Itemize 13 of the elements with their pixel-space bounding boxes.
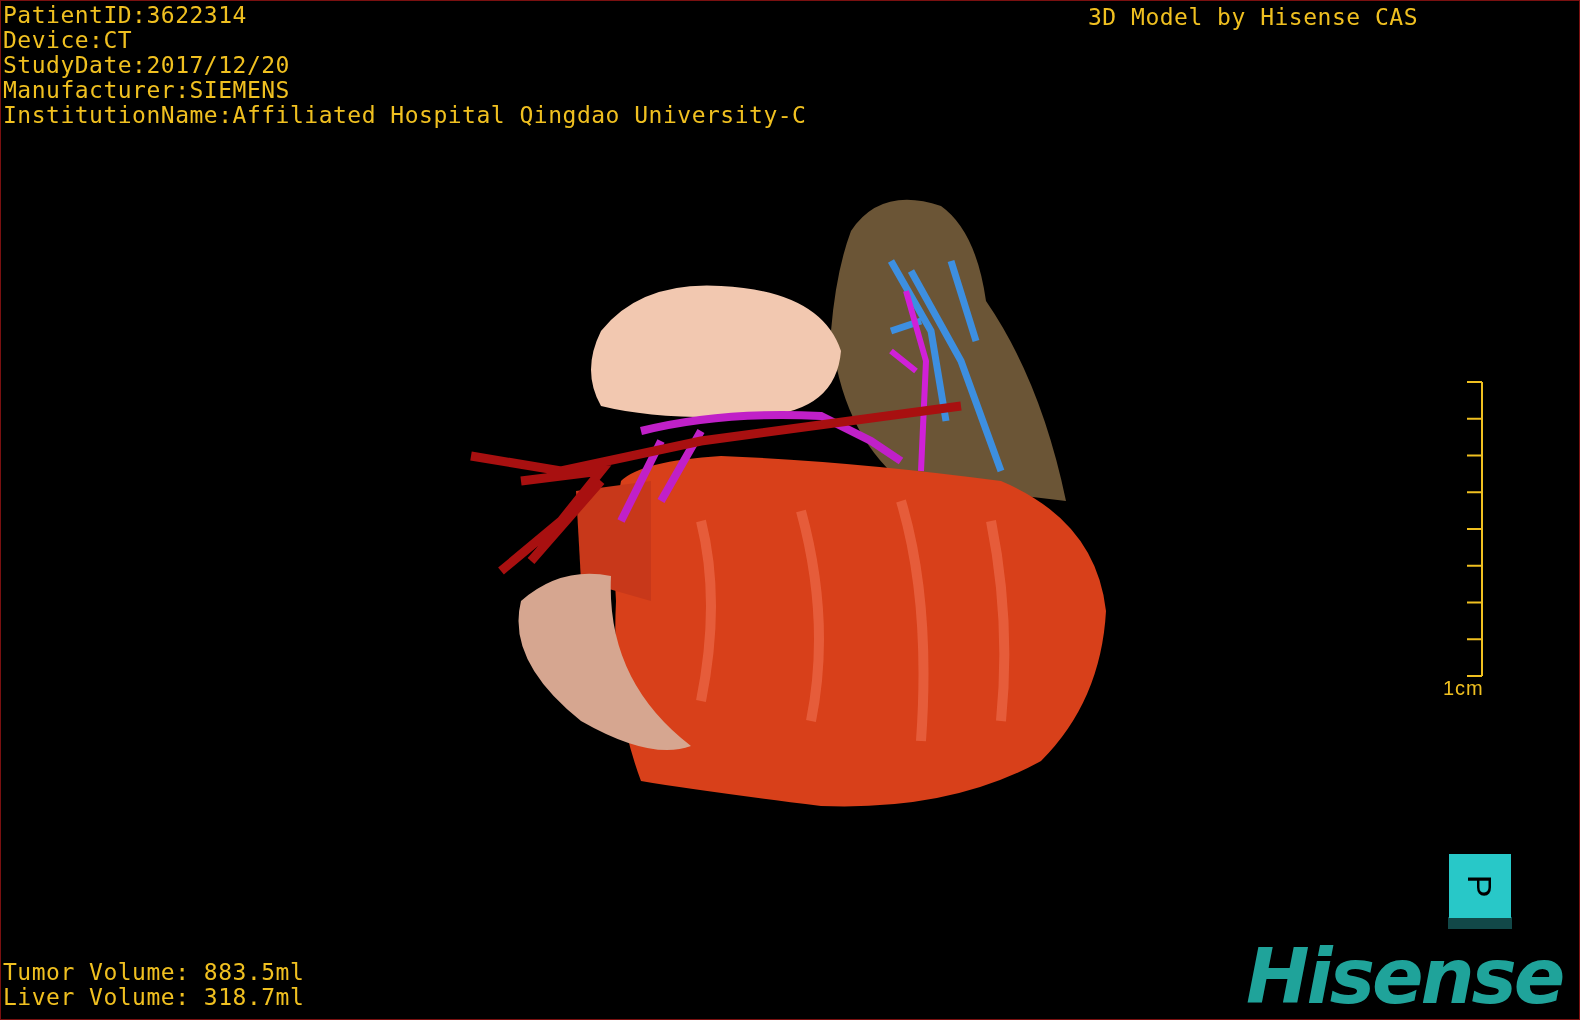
patient-info-line: StudyDate:2017/12/20 [3, 53, 291, 78]
patient-info-line: Device:CT [3, 28, 134, 53]
volume-reading: Tumor Volume: 883.5ml [3, 960, 305, 985]
patient-info-line: PatientID:3622314 [3, 3, 248, 28]
patient-info-line: Manufacturer:SIEMENS [3, 78, 291, 103]
patient-info-line: InstitutionName:Affiliated Hospital Qingdao University-C [3, 103, 807, 128]
orientation-cube[interactable]: P [1448, 855, 1514, 931]
cube-face: P [1449, 854, 1511, 918]
hisense-logo: Hisense [1246, 937, 1563, 1017]
scale-bar-icon [1467, 381, 1484, 677]
volume-reading: Liver Volume: 318.7ml [3, 985, 305, 1010]
scale-label: 1cm [1443, 677, 1484, 699]
model-caption: 3D Model by Hisense CAS [1088, 5, 1418, 30]
